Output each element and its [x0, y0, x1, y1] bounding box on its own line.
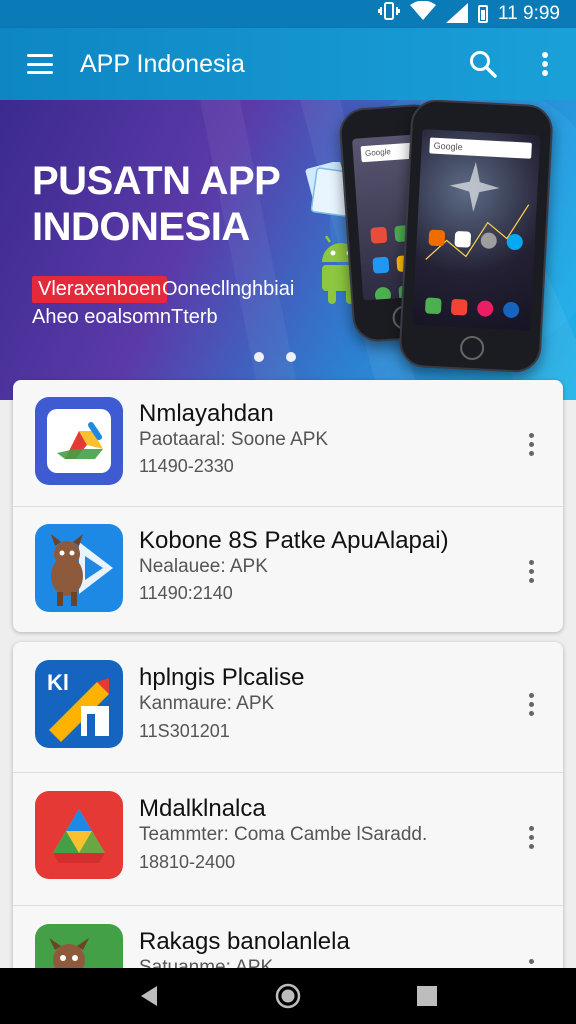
banner-text-line1: Oonecllnghbiai [162, 278, 295, 300]
app-name: hplngis Plcalise [139, 664, 305, 691]
android-mascot-icon [35, 524, 123, 612]
page-dot[interactable] [254, 352, 264, 362]
search-icon [470, 51, 497, 78]
list-item[interactable]: Rakags banolanlela Satuanme: APK [13, 906, 563, 972]
more-vert-icon [542, 52, 548, 76]
phone-mockup-front: Google [398, 100, 554, 374]
banner-title: PUSATN APP INDONESIA [32, 159, 280, 249]
vibrate-icon [378, 1, 401, 27]
recents-icon [416, 986, 437, 1006]
home-icon [275, 983, 301, 1009]
page-dot[interactable] [286, 352, 296, 362]
menu-button[interactable] [0, 28, 80, 100]
signal-icon [446, 3, 469, 23]
home-button[interactable] [263, 971, 313, 1021]
app-list-card: Kl hplngis Plcalise Kanmaure: APK 11S301… [13, 642, 563, 972]
list-item[interactable]: Kl hplngis Plcalise Kanmaure: APK 11S301… [13, 642, 563, 773]
app-subtitle: Nealauee: APK [139, 556, 268, 577]
more-vert-icon[interactable] [517, 817, 545, 857]
app-name: Rakags banolanlela [139, 928, 350, 955]
app-subtitle: Paotaaral: Soone APK [139, 429, 329, 450]
app-list-card: Nmlayahdan Paotaaral: Soone APK 11490-23… [13, 380, 563, 632]
more-vert-icon[interactable] [517, 424, 545, 464]
app-meta: 18810-2400 [139, 852, 236, 872]
android-mascot-icon [35, 924, 123, 972]
more-vert-icon[interactable] [517, 684, 545, 724]
app-meta: 11490-2330 [139, 456, 234, 476]
banner-text-line2: Aheo eoalsomnTterb [32, 306, 218, 328]
app-subtitle: Kanmaure: APK [139, 693, 275, 714]
menu-icon [27, 54, 53, 74]
wifi-icon [410, 0, 437, 27]
list-item[interactable]: Mdalklnalca Teammter: Coma Cambe lSaradd… [13, 773, 563, 906]
battery-icon [478, 5, 489, 23]
promo-banner[interactable]: PUSATN APP INDONESIA Vleraxenboen Oonecl… [0, 100, 576, 400]
status-bar: 11 9:99 [0, 0, 576, 28]
app-bar: APP Indonesia [0, 28, 576, 100]
google-drive-icon [35, 791, 123, 879]
app-name: Kobone 8S Patke ApuAlapai) [139, 527, 449, 554]
back-icon [141, 986, 158, 1006]
app-title: APP Indonesia [80, 49, 245, 78]
overflow-menu-button[interactable] [514, 28, 576, 100]
banner-page-indicator[interactable] [254, 352, 296, 362]
app-meta: 11490:2140 [139, 583, 233, 603]
app-name: Mdalklnalca [139, 795, 266, 822]
app-meta: 11S301201 [139, 721, 230, 741]
google-drive-icon [35, 397, 123, 485]
system-nav-bar [0, 968, 576, 1024]
search-button[interactable] [452, 28, 514, 100]
more-vert-icon[interactable] [517, 551, 545, 591]
list-item[interactable]: Kobone 8S Patke ApuAlapai) Nealauee: APK… [13, 507, 563, 632]
kl-app-icon: Kl [35, 660, 123, 748]
app-name: Nmlayahdan [139, 400, 274, 427]
list-item[interactable]: Nmlayahdan Paotaaral: Soone APK 11490-23… [13, 380, 563, 507]
banner-tag: Vleraxenboen [32, 276, 168, 303]
app-subtitle: Teammter: Coma Cambe lSaradd. [139, 824, 428, 845]
recents-button[interactable] [402, 971, 452, 1021]
status-time: 11 9:99 [498, 3, 560, 24]
back-button[interactable] [124, 971, 174, 1021]
